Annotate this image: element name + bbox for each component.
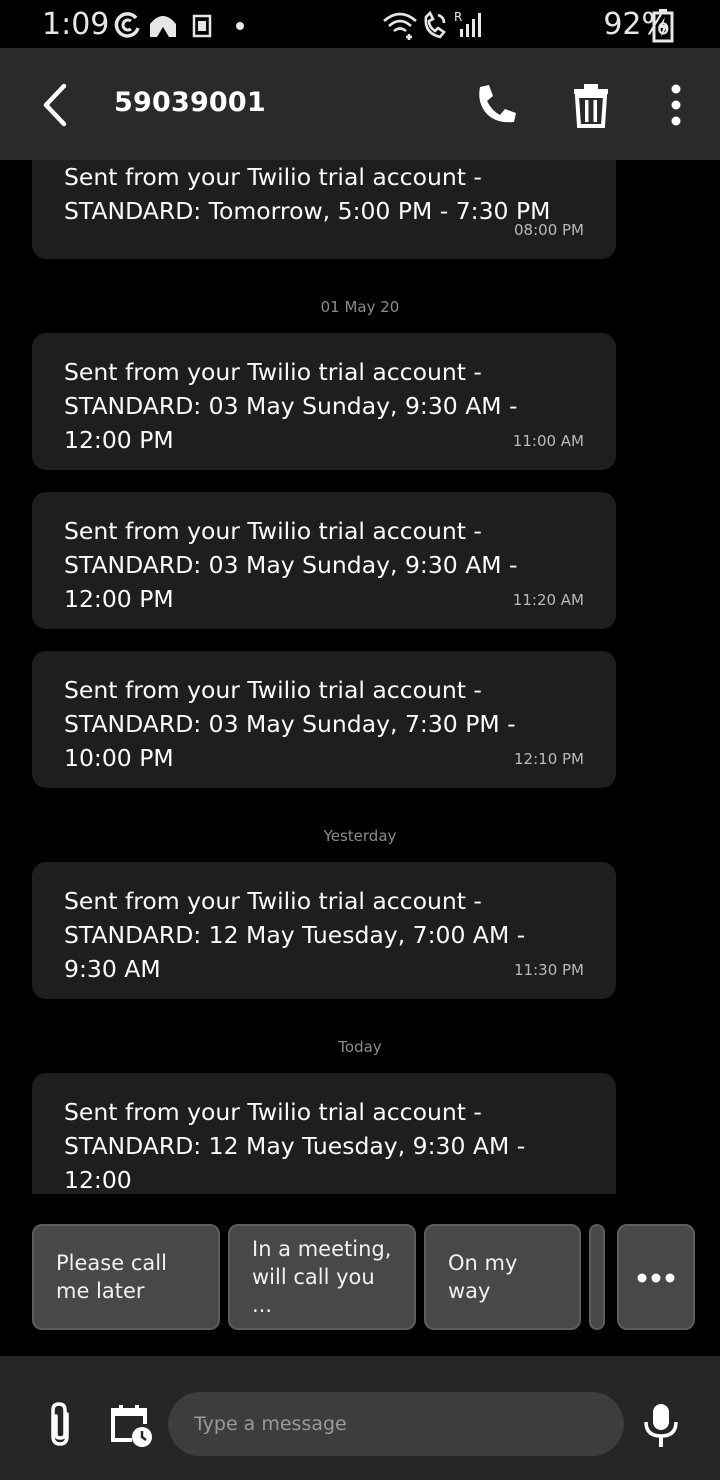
message-bubble[interactable]: Sent from your Twilio trial account - ST…: [32, 492, 616, 629]
message-bubble[interactable]: Sent from your Twilio trial account - ST…: [32, 333, 616, 470]
message-list[interactable]: Sent from your Twilio trial account - ST…: [0, 160, 720, 1194]
message-time: 08:00 PM: [514, 221, 584, 239]
date-separator: 01 May 20: [320, 298, 400, 316]
back-button[interactable]: [30, 80, 80, 130]
message-time: 11:30 PM: [514, 961, 584, 979]
wifi-calling-icon: [424, 10, 446, 39]
quick-reply-chip[interactable]: In a meeting, will call you ...: [228, 1224, 416, 1330]
message-text: Sent from your Twilio trial account - ST…: [64, 517, 518, 613]
quick-reply-label: On my way: [448, 1251, 518, 1303]
message-bubble[interactable]: Sent from your Twilio trial account - ST…: [32, 1073, 616, 1194]
calendar-clock-icon: [111, 1405, 152, 1447]
message-time: 12:10 PM: [514, 750, 584, 768]
attach-button[interactable]: [36, 1400, 86, 1450]
paperclip-icon: [51, 1402, 69, 1446]
message-composer: [0, 1356, 720, 1480]
sync-icon: [114, 12, 140, 38]
svg-text:R: R: [454, 10, 462, 24]
quick-reply-label: Please call me later: [56, 1251, 167, 1303]
schedule-button[interactable]: [106, 1400, 156, 1450]
quick-reply-label: In a meeting, will call you ...: [252, 1237, 392, 1317]
conversation-title: 59039001: [114, 87, 266, 118]
message-bubble[interactable]: Sent from your Twilio trial account - ST…: [32, 651, 616, 788]
status-time: 1:09: [42, 7, 110, 42]
message-text: Sent from your Twilio trial account - ST…: [64, 676, 516, 772]
battery-charging-icon: [652, 9, 674, 43]
more-options-button[interactable]: [651, 80, 701, 130]
more-quick-replies-button[interactable]: [617, 1224, 695, 1330]
dot-icon: [236, 22, 244, 30]
message-text: Sent from your Twilio trial account - ST…: [64, 1098, 526, 1194]
quick-replies-bar: Please call me later In a meeting, will …: [0, 1194, 720, 1356]
delete-button[interactable]: [566, 80, 616, 130]
quick-reply-chip[interactable]: On my way: [424, 1224, 581, 1330]
more-horizontal-icon: [637, 1273, 675, 1283]
wifi-icon: [383, 12, 417, 40]
mountain-icon: [150, 16, 176, 37]
message-input[interactable]: [192, 1412, 600, 1436]
more-vertical-icon: [671, 84, 681, 126]
status-bar: 1:09 92% R: [0, 0, 720, 48]
message-text: Sent from your Twilio trial account - ST…: [64, 358, 518, 454]
message-text: Sent from your Twilio trial account - ST…: [64, 887, 526, 983]
signal-icon: R: [454, 10, 481, 37]
signal-wifi-icons: R: [383, 10, 481, 40]
message-bubble[interactable]: Sent from your Twilio trial account - ST…: [32, 862, 616, 999]
quick-reply-chip[interactable]: Please call me later: [32, 1224, 220, 1330]
phone-icon: [479, 85, 516, 123]
call-button[interactable]: [470, 80, 520, 130]
message-input-container[interactable]: [168, 1392, 624, 1456]
back-arrow-icon: [43, 83, 67, 127]
date-separator: Yesterday: [323, 827, 397, 845]
sim-card-icon: [192, 14, 212, 38]
voice-input-button[interactable]: [636, 1400, 686, 1450]
date-separator: Today: [338, 1038, 382, 1056]
message-time: 11:00 AM: [512, 432, 584, 450]
quick-reply-chip-partial[interactable]: [589, 1224, 605, 1330]
status-notification-icons: [112, 10, 252, 44]
message-time: 11:20 AM: [512, 591, 584, 609]
app-bar: 59039001: [0, 48, 720, 160]
microphone-icon: [644, 1404, 678, 1447]
message-bubble[interactable]: Sent from your Twilio trial account - ST…: [32, 160, 616, 259]
trash-icon: [574, 84, 608, 128]
message-text: Sent from your Twilio trial account - ST…: [64, 163, 551, 225]
